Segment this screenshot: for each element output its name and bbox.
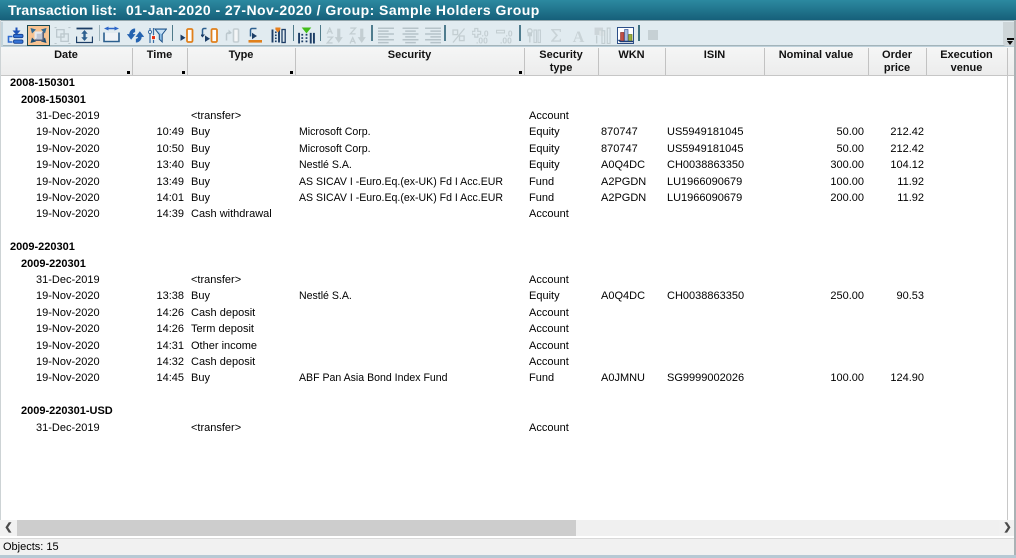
svg-text:A: A xyxy=(573,29,585,44)
svg-text:.00: .00 xyxy=(500,36,512,45)
svg-text:.00: .00 xyxy=(476,36,488,45)
